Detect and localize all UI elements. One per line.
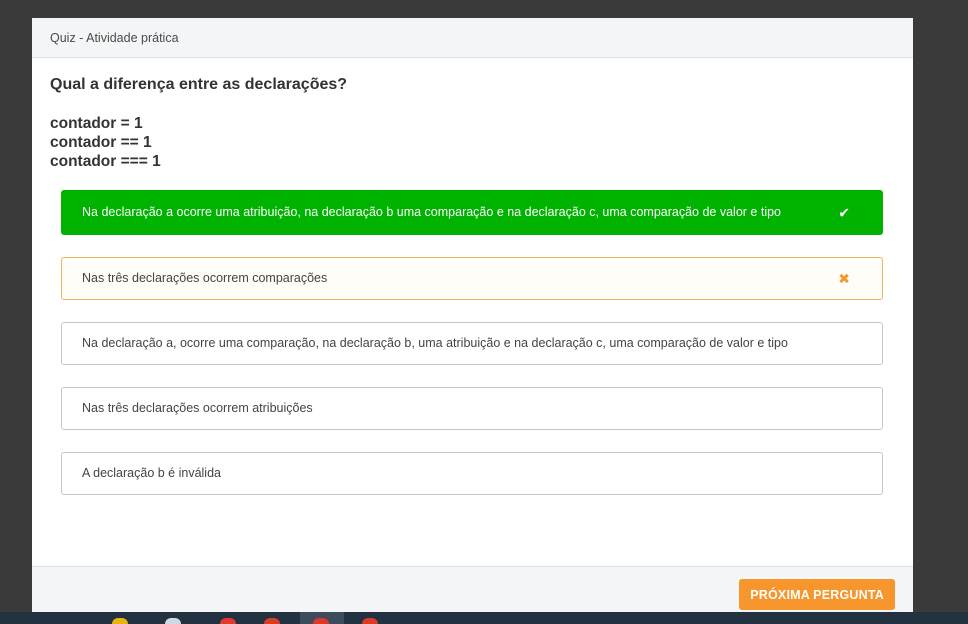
answer-text: Nas três declarações ocorrem comparações (82, 271, 328, 285)
answer-option[interactable]: Na declaração a, ocorre uma comparação, … (61, 322, 883, 365)
answer-option-correct[interactable]: Na declaração a ocorre uma atribuição, n… (61, 190, 883, 235)
answer-text: Na declaração a, ocorre uma comparação, … (82, 336, 788, 350)
code-line: contador == 1 (50, 134, 152, 151)
question-title: Qual a diferença entre as declarações? (50, 76, 348, 93)
answer-options: Na declaração a ocorre uma atribuição, n… (50, 190, 895, 495)
code-block: contador = 1 contador == 1 contador === … (50, 114, 895, 171)
code-line: contador === 1 (50, 153, 161, 170)
taskbar (0, 612, 968, 624)
answer-text: A declaração b é inválida (82, 466, 221, 480)
taskbar-app-icon[interactable] (362, 618, 378, 624)
taskbar-app-icon[interactable] (112, 618, 128, 624)
answer-text: Nas três declarações ocorrem atribuições (82, 401, 313, 415)
modal-header: Quiz - Atividade prática (32, 18, 913, 58)
answer-option[interactable]: Nas três declarações ocorrem atribuições (61, 387, 883, 430)
taskbar-app-icon[interactable] (165, 618, 181, 624)
answer-option-wrong[interactable]: Nas três declarações ocorrem comparações… (61, 257, 883, 300)
taskbar-app-icon[interactable] (313, 618, 329, 624)
modal-body: Qual a diferença entre as declarações? c… (32, 58, 913, 495)
check-icon: ✔ (838, 204, 850, 220)
answer-option[interactable]: A declaração b é inválida (61, 452, 883, 495)
modal-title: Quiz - Atividade prática (50, 30, 179, 45)
answer-text: Na declaração a ocorre uma atribuição, n… (82, 205, 782, 219)
taskbar-app-icon[interactable] (264, 618, 280, 624)
taskbar-app-icon[interactable] (220, 618, 236, 624)
quiz-modal: Quiz - Atividade prática Qual a diferenç… (32, 18, 913, 612)
next-question-button[interactable]: PRÓXIMA PERGUNTA (739, 579, 895, 610)
code-line: contador = 1 (50, 115, 143, 132)
close-icon: ✖ (838, 270, 850, 286)
modal-footer: PRÓXIMA PERGUNTA (32, 566, 913, 612)
